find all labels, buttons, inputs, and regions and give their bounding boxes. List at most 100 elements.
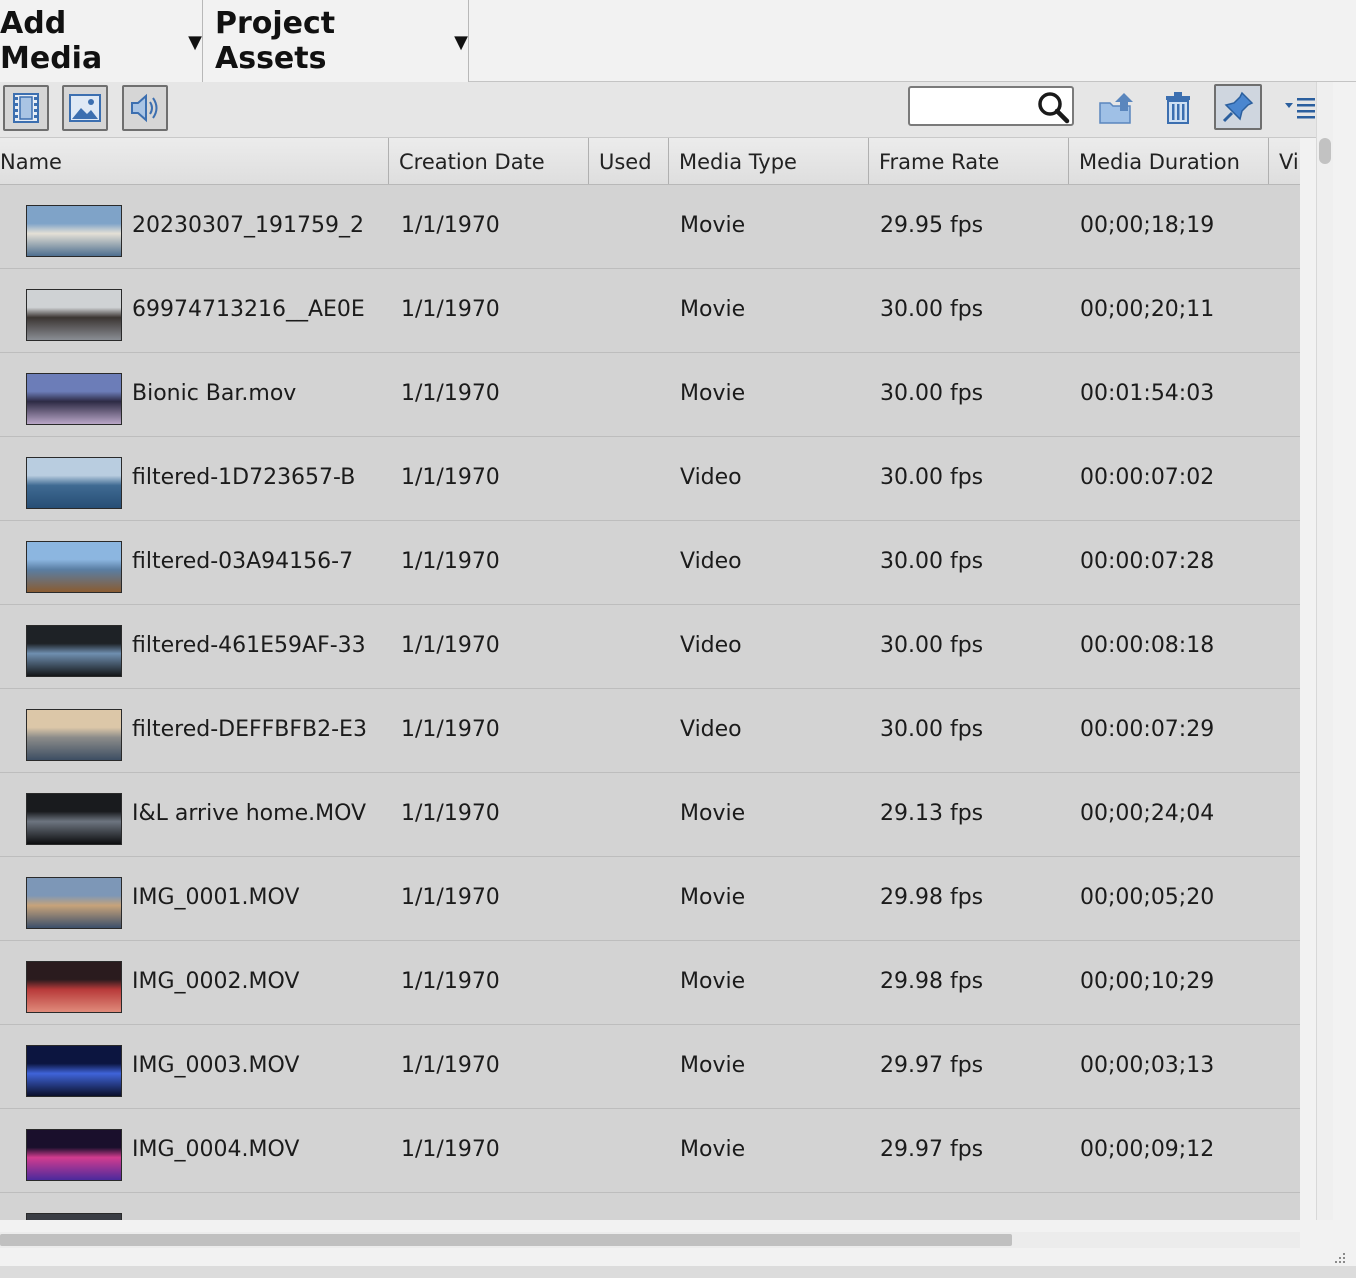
media-type-cell: Movie <box>680 801 746 826</box>
resize-grip-icon[interactable] <box>1332 1250 1346 1264</box>
horizontal-scrollbar[interactable] <box>0 1232 1300 1248</box>
media-type-cell: Movie <box>680 885 746 910</box>
search-icon[interactable] <box>1036 90 1070 124</box>
clip-thumbnail <box>26 1129 122 1181</box>
table-row[interactable]: 20230307_191759_2 1/1/1970 Movie 29.95 fps 0… <box>0 185 1300 269</box>
assets-toolbar <box>0 82 1316 138</box>
media-type-cell: Movie <box>680 969 746 994</box>
clip-name: filtered-03A94156-7 <box>132 549 354 574</box>
clip-name: I&L arrive home.MOV <box>132 801 367 826</box>
table-row[interactable]: filtered-03A94156-7 1/1/1970 Video 30.00 fp… <box>0 521 1300 605</box>
assets-table-body: 20230307_191759_2 1/1/1970 Movie 29.95 fps 0… <box>0 185 1300 1220</box>
media-type-cell: Movie <box>680 381 746 406</box>
search-input[interactable] <box>916 92 1040 122</box>
table-row[interactable]: IMG_0004.MOV 1/1/1970 Movie 29.97 fps 00;00;… <box>0 1109 1300 1193</box>
show-video-button[interactable] <box>3 85 49 131</box>
clip-thumbnail <box>26 541 122 593</box>
clip-name: filtered-461E59AF-33 <box>132 633 366 658</box>
media-duration-cell: 00:01:54:03 <box>1080 381 1215 406</box>
table-row[interactable]: IMG_0002.MOV 1/1/1970 Movie 29.98 fps 00;00;… <box>0 941 1300 1025</box>
table-row[interactable]: filtered-DEFFBFB2-E3 1/1/1970 Video 30.00 f… <box>0 689 1300 773</box>
clip-name: 69974713216__AE0E <box>132 297 365 322</box>
frame-rate-cell: 29.97 fps <box>880 1053 984 1078</box>
frame-rate-cell: 29.97 fps <box>880 1137 984 1162</box>
column-header-creation-date[interactable]: Creation Date <box>389 138 589 184</box>
clip-thumbnail <box>26 289 122 341</box>
pin-button[interactable] <box>1214 84 1262 130</box>
creation-date-cell: 1/1/1970 <box>401 381 500 406</box>
media-duration-cell: 00;00;03;13 <box>1080 1053 1215 1078</box>
media-duration-cell: 00:00:07:02 <box>1080 465 1215 490</box>
frame-rate-cell: 30.00 fps <box>880 465 984 490</box>
clip-thumbnail <box>26 961 122 1013</box>
frame-rate-cell: 29.95 fps <box>880 213 984 238</box>
frame-rate-cell: 30.00 fps <box>880 717 984 742</box>
column-header-frame-rate[interactable]: Frame Rate <box>869 138 1069 184</box>
media-type-cell: Video <box>680 717 742 742</box>
vertical-scroll-thumb[interactable] <box>1319 138 1331 164</box>
creation-date-cell: 1/1/1970 <box>401 633 500 658</box>
clip-name: IMG_0004.MOV <box>132 1137 300 1162</box>
media-type-cell: Movie <box>680 297 746 322</box>
clip-thumbnail <box>26 877 122 929</box>
clip-name: IMG_0003.MOV <box>132 1053 300 1078</box>
show-images-button[interactable] <box>62 85 108 131</box>
media-type-cell: Video <box>680 465 742 490</box>
search-box <box>908 86 1074 126</box>
column-header-media-type[interactable]: Media Type <box>669 138 869 184</box>
horizontal-scroll-thumb[interactable] <box>0 1234 1012 1246</box>
column-header-used[interactable]: Used <box>589 138 669 184</box>
clip-name: filtered-DEFFBFB2-E3 <box>132 717 367 742</box>
media-duration-cell: 00;00;10;29 <box>1080 969 1215 994</box>
add-media-tab[interactable]: Add Media ▼ <box>0 0 202 82</box>
clip-thumbnail <box>26 457 122 509</box>
column-header-name[interactable]: Name <box>0 138 389 184</box>
creation-date-cell: 1/1/1970 <box>401 717 500 742</box>
media-type-cell: Video <box>680 633 742 658</box>
frame-rate-cell: 30.00 fps <box>880 549 984 574</box>
creation-date-cell: 1/1/1970 <box>401 1053 500 1078</box>
clip-thumbnail <box>26 625 122 677</box>
table-row[interactable]: I&L arrive home.MOV 1/1/1970 Movie 29.13 fp… <box>0 773 1300 857</box>
table-row[interactable] <box>0 1193 1300 1220</box>
frame-rate-cell: 29.98 fps <box>880 885 984 910</box>
project-assets-label: Project Assets <box>215 6 336 76</box>
media-duration-cell: 00;00;18;19 <box>1080 213 1215 238</box>
view-options-button[interactable] <box>1280 88 1320 128</box>
clip-thumbnail <box>26 1213 122 1220</box>
image-icon <box>69 94 101 122</box>
panel-tabs: Add Media ▼ Project Assets ▼ <box>0 0 1356 82</box>
table-header: Name Creation Date Used Media Type Frame… <box>0 138 1300 185</box>
column-header-media-duration[interactable]: Media Duration <box>1069 138 1269 184</box>
table-row[interactable]: IMG_0003.MOV 1/1/1970 Movie 29.97 fps 00;00;… <box>0 1025 1300 1109</box>
frame-rate-cell: 29.13 fps <box>880 801 984 826</box>
media-duration-cell: 00:00:07:28 <box>1080 549 1215 574</box>
media-duration-cell: 00;00;09;12 <box>1080 1137 1215 1162</box>
table-row[interactable]: Bionic Bar.mov 1/1/1970 Movie 30.00 fps 00:0… <box>0 353 1300 437</box>
frame-rate-cell: 30.00 fps <box>880 381 984 406</box>
clip-thumbnail <box>26 709 122 761</box>
project-assets-tab[interactable]: Project Assets ▼ <box>202 0 469 82</box>
media-type-cell: Movie <box>680 213 746 238</box>
media-duration-cell: 00;00;20;11 <box>1080 297 1215 322</box>
clip-thumbnail <box>26 1045 122 1097</box>
clip-name: 20230307_191759_2 <box>132 213 364 238</box>
export-button[interactable] <box>1097 88 1137 128</box>
panel-bottom-edge <box>0 1266 1356 1278</box>
vertical-scrollbar[interactable] <box>1316 82 1333 1220</box>
table-row[interactable]: filtered-461E59AF-33 1/1/1970 Video 30.00 f… <box>0 605 1300 689</box>
creation-date-cell: 1/1/1970 <box>401 297 500 322</box>
table-row[interactable]: filtered-1D723657-B 1/1/1970 Video 30.00 fp… <box>0 437 1300 521</box>
creation-date-cell: 1/1/1970 <box>401 213 500 238</box>
column-header-video[interactable]: Vi <box>1269 138 1300 184</box>
media-duration-cell: 00;00;24;04 <box>1080 801 1215 826</box>
media-duration-cell: 00:00:08:18 <box>1080 633 1215 658</box>
pin-icon <box>1222 91 1254 123</box>
audio-icon <box>131 93 158 123</box>
table-row[interactable]: 69974713216__AE0E 1/1/1970 Movie 30.00 fps 0… <box>0 269 1300 353</box>
delete-button[interactable] <box>1158 88 1198 128</box>
creation-date-cell: 1/1/1970 <box>401 1137 500 1162</box>
show-audio-button[interactable] <box>122 85 168 131</box>
table-row[interactable]: IMG_0001.MOV 1/1/1970 Movie 29.98 fps 00;00;… <box>0 857 1300 941</box>
media-type-cell: Movie <box>680 1053 746 1078</box>
